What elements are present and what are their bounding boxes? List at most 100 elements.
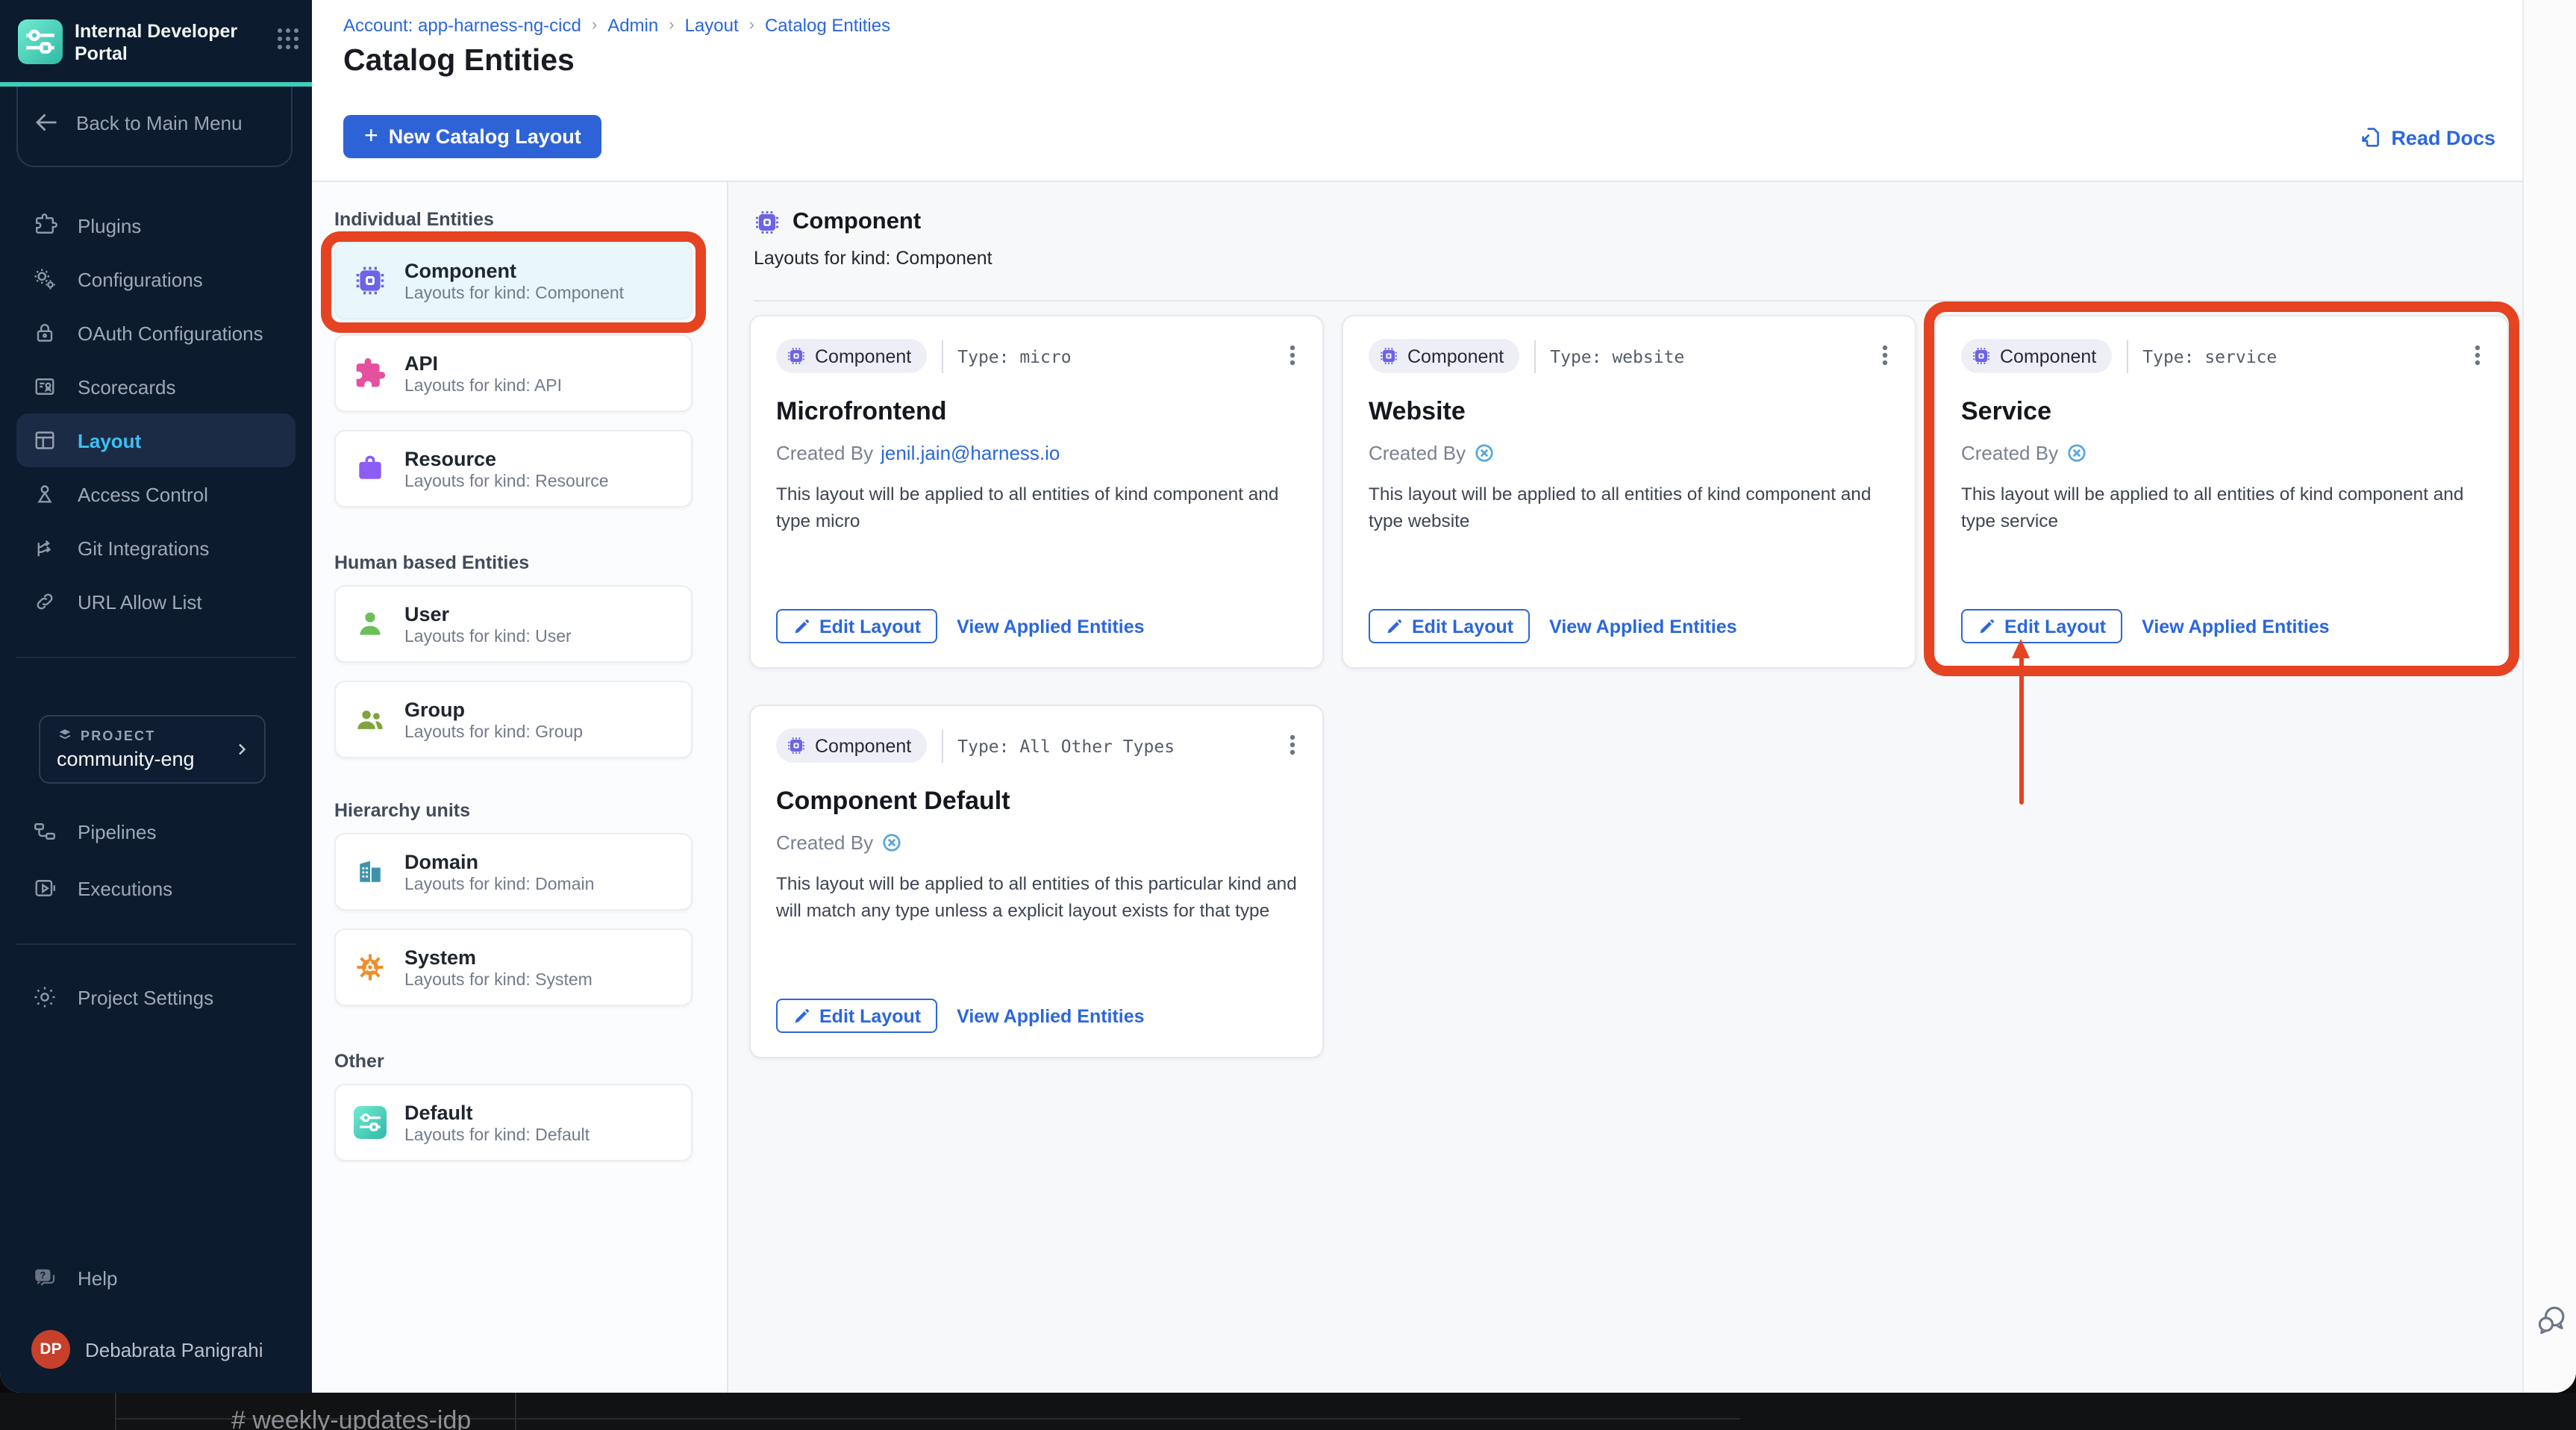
user-menu[interactable]: DP Debabrata Panigrahi — [16, 1323, 300, 1376]
sidebar-item-git-integrations[interactable]: Git Integrations — [16, 521, 296, 575]
building-icon — [354, 855, 387, 888]
svg-text:?: ? — [40, 1270, 46, 1281]
sidebar: Internal Developer Portal Back to Main M… — [0, 0, 312, 1393]
idp-logo-icon — [18, 19, 63, 64]
slack-channel-text: # weekly-updates-idp — [231, 1406, 472, 1430]
harness-user-icon — [1475, 444, 1493, 462]
entity-item-system[interactable]: System Layouts for kind: System — [334, 928, 693, 1006]
default-idp-icon — [354, 1106, 387, 1139]
sidebar-item-oauth-configurations[interactable]: OAuth Configurations — [16, 306, 296, 360]
section-label: Human based Entities — [334, 552, 530, 573]
edit-layout-button[interactable]: Edit Layout — [1961, 609, 2123, 643]
kebab-menu-icon[interactable] — [1281, 343, 1304, 366]
entity-sub: Layouts for kind: Default — [404, 1126, 590, 1144]
app-grid-icon[interactable] — [276, 27, 300, 51]
sidebar-item-layout[interactable]: Layout — [16, 413, 296, 467]
layout-description: This layout will be applied to all entit… — [776, 484, 1279, 532]
link-icon — [31, 588, 58, 615]
lock-icon — [31, 319, 58, 346]
section-label: Individual Entities — [334, 209, 494, 230]
entity-item-component[interactable]: Component Layouts for kind: Component — [334, 242, 693, 319]
back-box: Back to Main Menu — [16, 87, 293, 167]
sidebar-item-plugins[interactable]: Plugins — [16, 199, 296, 252]
edit-layout-button[interactable]: Edit Layout — [776, 999, 938, 1033]
group-icon — [354, 703, 387, 736]
view-applied-entities-link[interactable]: View Applied Entities — [2142, 616, 2329, 637]
edit-layout-button[interactable]: Edit Layout — [1369, 609, 1531, 643]
entity-sub: Layouts for kind: API — [404, 377, 562, 395]
view-applied-entities-link[interactable]: View Applied Entities — [957, 1005, 1144, 1026]
layout-card-component-default: Component Type: All Other Types Componen… — [749, 705, 1324, 1058]
entity-item-default[interactable]: Default Layouts for kind: Default — [334, 1084, 693, 1161]
kebab-menu-icon[interactable] — [2466, 343, 2489, 366]
entity-item-api[interactable]: API Layouts for kind: API — [334, 334, 693, 412]
sidebar-item-executions[interactable]: Executions — [16, 860, 296, 917]
app-window: Internal Developer Portal Back to Main M… — [0, 0, 2576, 1393]
component-chip-icon — [788, 348, 804, 364]
created-by: Created By — [1369, 442, 1495, 464]
pencil-icon — [795, 1008, 809, 1022]
sidebar-item-project-settings[interactable]: Project Settings — [16, 970, 296, 1024]
view-applied-entities-link[interactable]: View Applied Entities — [1549, 616, 1736, 637]
layout-description: This layout will be applied to all entit… — [776, 873, 1297, 922]
kind-badge: Component — [1369, 339, 1519, 373]
scorecard-icon — [31, 373, 58, 400]
breadcrumb-account[interactable]: Account: app-harness-ng-cicd — [343, 15, 581, 36]
main-content: Account: app-harness-ng-cicd › Admin › L… — [312, 0, 2522, 1393]
sidebar-item-access-control[interactable]: Access Control — [16, 467, 296, 521]
breadcrumb-current[interactable]: Catalog Entities — [765, 15, 890, 36]
layout-description: This layout will be applied to all entit… — [1961, 484, 2464, 532]
kebab-menu-icon[interactable] — [1281, 732, 1304, 756]
created-by-link[interactable]: jenil.jain@harness.io — [881, 442, 1060, 464]
sidebar-item-configurations[interactable]: Configurations — [16, 252, 296, 306]
sidebar-item-url-allow-list[interactable]: URL Allow List — [16, 575, 296, 628]
entity-name: Domain — [404, 850, 479, 872]
sidebar-item-scorecards[interactable]: Scorecards — [16, 360, 296, 413]
component-chip-icon — [1381, 348, 1397, 364]
type-label: Type: micro — [957, 346, 1072, 366]
help-chat-icon: ? — [31, 1264, 58, 1291]
sidebar-item-label: Pipelines — [78, 820, 157, 843]
entity-item-resource[interactable]: Resource Layouts for kind: Resource — [334, 430, 693, 508]
brand: Internal Developer Portal — [18, 19, 300, 65]
page-title: Catalog Entities — [343, 43, 575, 78]
chat-bubbles-icon[interactable] — [2533, 1302, 2570, 1339]
component-chip-icon — [756, 211, 778, 234]
divider — [2126, 340, 2128, 372]
layout-title: Component Default — [776, 787, 1010, 815]
sidebar-item-help[interactable]: ? Help — [16, 1251, 296, 1305]
divider — [941, 729, 943, 762]
harness-user-icon — [2068, 444, 2086, 462]
sidebar-item-label: Configurations — [78, 268, 203, 290]
kebab-menu-icon[interactable] — [1873, 343, 1897, 366]
api-puzzle-icon — [354, 357, 387, 390]
read-docs-link[interactable]: Read Docs — [2358, 125, 2495, 149]
breadcrumb-admin[interactable]: Admin — [607, 15, 658, 36]
layers-icon — [59, 729, 71, 740]
sidebar-divider — [16, 657, 296, 658]
layout-description: This layout will be applied to all entit… — [1369, 484, 1872, 532]
sidebar-item-label: Access Control — [78, 483, 208, 505]
kind-badge: Component — [1961, 339, 2112, 373]
entity-item-domain[interactable]: Domain Layouts for kind: Domain — [334, 833, 693, 911]
user-name: Debabrata Panigrahi — [85, 1338, 263, 1361]
entity-item-user[interactable]: User Layouts for kind: User — [334, 585, 693, 663]
entity-sub: Layouts for kind: Domain — [404, 875, 595, 893]
type-label: Type: service — [2142, 346, 2278, 366]
edit-layout-button[interactable]: Edit Layout — [776, 609, 938, 643]
sidebar-item-label: Plugins — [78, 214, 142, 237]
project-selector[interactable]: PROJECT community-eng — [39, 715, 266, 784]
project-nav: Pipelines Executions — [0, 803, 312, 917]
new-catalog-layout-button[interactable]: + New Catalog Layout — [343, 115, 602, 158]
component-chip-icon — [354, 264, 387, 297]
back-to-main-menu[interactable]: Back to Main Menu — [18, 109, 291, 136]
breadcrumb-layout[interactable]: Layout — [685, 15, 739, 36]
entity-name: System — [404, 946, 477, 968]
view-applied-entities-link[interactable]: View Applied Entities — [957, 616, 1144, 637]
entity-name: User — [404, 602, 450, 625]
back-arrow-icon — [35, 113, 57, 131]
sidebar-item-pipelines[interactable]: Pipelines — [16, 803, 296, 860]
sidebar-item-label: Scorecards — [78, 375, 176, 398]
entity-item-group[interactable]: Group Layouts for kind: Group — [334, 681, 693, 758]
layout-title: Microfrontend — [776, 397, 947, 425]
